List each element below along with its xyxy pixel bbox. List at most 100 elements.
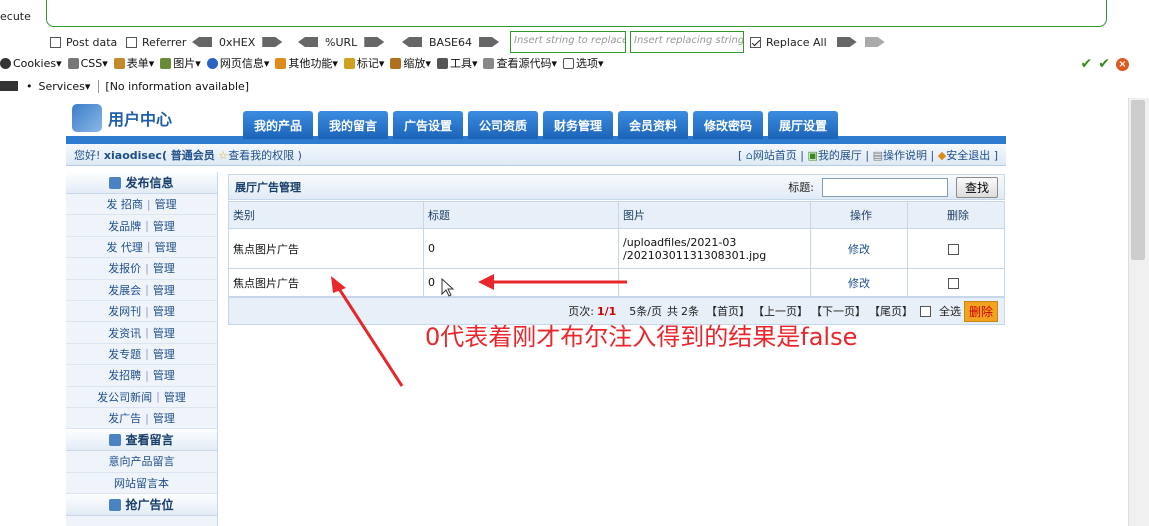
action-cell: 修改 xyxy=(810,228,908,269)
images-menu[interactable]: 图片▾ xyxy=(160,55,201,71)
insert-string-input[interactable]: Insert string to replace xyxy=(510,31,626,53)
misc-menu[interactable]: 其他功能▾ xyxy=(275,55,338,71)
base64-control[interactable]: BASE64 xyxy=(402,33,500,51)
instructions-link[interactable]: 操作说明 xyxy=(883,149,927,162)
url-decode-arrow-icon[interactable] xyxy=(364,37,385,47)
top-links: [ ⌂网站首页 | ▣我的展厅 | ▤操作说明 | ◆安全退出 ] xyxy=(738,148,998,162)
post-data-toggle[interactable]: Post data xyxy=(50,33,117,51)
select-all-label: 全选 xyxy=(938,305,961,318)
view-rights-link[interactable]: 查看我的权限 ) xyxy=(228,149,302,162)
manage-link[interactable]: 管理 xyxy=(153,303,175,319)
cookies-label: Cookies▾ xyxy=(13,56,62,70)
tab-company-qualification[interactable]: 公司资质 xyxy=(468,111,538,139)
publish-link[interactable]: 发资讯 xyxy=(108,325,141,341)
base64-encode-arrow-icon[interactable] xyxy=(402,37,422,47)
publish-link[interactable]: 发专题 xyxy=(108,346,141,362)
hex-decode-arrow-icon[interactable] xyxy=(262,37,283,47)
publish-title: 发布信息 xyxy=(125,176,174,190)
page-info-label: 网页信息▾ xyxy=(219,57,270,70)
publish-link[interactable]: 发招聘 xyxy=(108,367,141,383)
delete-button[interactable]: 删除 xyxy=(963,300,998,322)
tab-member-profile[interactable]: 会员资料 xyxy=(618,111,688,139)
referrer-checkbox[interactable] xyxy=(126,36,137,48)
tab-my-messages[interactable]: 我的留言 xyxy=(318,111,388,139)
services-menu[interactable]: Services▾ xyxy=(39,80,91,93)
manage-link[interactable]: 管理 xyxy=(153,346,175,362)
tab-change-password[interactable]: 修改密码 xyxy=(693,111,763,139)
css-menu[interactable]: CSS▾ xyxy=(67,56,108,70)
tab-ad-settings[interactable]: 广告设置 xyxy=(393,111,463,139)
manage-link[interactable]: 管理 xyxy=(153,282,175,298)
hex-control[interactable]: 0xHEX xyxy=(192,33,283,51)
resize-icon xyxy=(390,57,402,69)
execute-label[interactable]: ecute xyxy=(0,10,31,23)
column-header: 图片 xyxy=(618,201,811,229)
replacing-string-input[interactable]: Insert replacing string xyxy=(630,31,744,53)
column-header: 类别 xyxy=(228,201,424,229)
search-input[interactable] xyxy=(822,177,948,197)
manage-link[interactable]: 管理 xyxy=(153,260,175,276)
greeting-text: 您好! xyxy=(74,148,101,162)
tools-icon xyxy=(436,57,448,69)
tab-my-products[interactable]: 我的产品 xyxy=(243,111,313,139)
dropdown-dot[interactable]: • xyxy=(26,80,33,93)
publish-link[interactable]: 发报价 xyxy=(108,260,141,276)
publish-link[interactable]: 发展会 xyxy=(108,282,141,298)
options-menu[interactable]: 选项▾ xyxy=(563,55,604,71)
error-icon: × xyxy=(1116,57,1129,71)
url-encode-control[interactable]: %URL xyxy=(298,33,385,51)
css-label: CSS▾ xyxy=(80,56,108,70)
logout-link[interactable]: 安全退出 xyxy=(946,149,990,162)
last-page-link[interactable]: 【尾页】 xyxy=(869,303,913,319)
view-source-menu[interactable]: 查看源代码▾ xyxy=(483,55,557,71)
publish-link[interactable]: 发公司新闻 xyxy=(97,389,152,405)
forms-menu[interactable]: 表单▾ xyxy=(113,55,154,71)
product-messages-link[interactable]: 意向产品留言 xyxy=(109,453,175,469)
manage-link[interactable]: 管理 xyxy=(153,367,175,383)
delete-checkbox[interactable] xyxy=(948,243,959,255)
sidebar-row: 意向产品留言 xyxy=(66,451,217,473)
site-home-link[interactable]: 网站首页 xyxy=(753,149,797,162)
outline-menu[interactable]: 标记▾ xyxy=(343,55,384,71)
manage-link[interactable]: 管理 xyxy=(155,196,177,212)
delete-checkbox[interactable] xyxy=(948,277,959,289)
category-cell: 焦点图片广告 xyxy=(228,268,424,297)
referrer-label: Referrer xyxy=(142,35,187,49)
url-textarea[interactable] xyxy=(46,0,1107,27)
hex-encode-arrow-icon[interactable] xyxy=(192,37,212,47)
replace-arrow-icon[interactable] xyxy=(836,37,857,47)
username: xiaodisec xyxy=(103,148,162,162)
edit-link[interactable]: 修改 xyxy=(848,243,870,256)
guestbook-link[interactable]: 网站留言本 xyxy=(114,475,169,491)
scrollbar-thumb[interactable] xyxy=(1131,100,1145,260)
referrer-toggle[interactable]: Referrer xyxy=(126,33,186,51)
publish-link[interactable]: 发网刊 xyxy=(108,303,141,319)
replace-all-checkbox[interactable] xyxy=(750,36,761,48)
manage-link[interactable]: 管理 xyxy=(164,389,186,405)
tools-menu[interactable]: 工具▾ xyxy=(436,55,477,71)
panel-title: 展厅广告管理 xyxy=(235,181,301,194)
select-all-checkbox[interactable] xyxy=(919,305,931,317)
resize-menu[interactable]: 缩放▾ xyxy=(390,55,431,71)
manage-link[interactable]: 管理 xyxy=(153,218,175,234)
my-showroom-link[interactable]: 我的展厅 xyxy=(818,149,862,162)
cookies-menu[interactable]: Cookies▾ xyxy=(0,57,62,70)
publish-link[interactable]: 发 招商 xyxy=(106,196,143,212)
manage-link[interactable]: 管理 xyxy=(153,410,175,426)
manage-link[interactable]: 管理 xyxy=(153,325,175,341)
replace-next-arrow-icon[interactable] xyxy=(864,37,885,47)
edit-link[interactable]: 修改 xyxy=(848,277,870,290)
search-button[interactable]: 查找 xyxy=(956,176,998,198)
publish-link[interactable]: 发 代理 xyxy=(106,239,143,255)
base64-decode-arrow-icon[interactable] xyxy=(479,37,500,47)
url-encode-arrow-icon[interactable] xyxy=(298,37,318,47)
post-data-checkbox[interactable] xyxy=(50,36,61,48)
tab-showroom-settings[interactable]: 展厅设置 xyxy=(768,111,838,139)
replace-all-toggle[interactable]: Replace All xyxy=(750,33,885,51)
publish-link[interactable]: 发广告 xyxy=(108,410,141,426)
publish-link[interactable]: 发品牌 xyxy=(108,218,141,234)
page-info-menu[interactable]: 网页信息▾ xyxy=(206,55,270,71)
manage-link[interactable]: 管理 xyxy=(155,239,177,255)
base64-label: BASE64 xyxy=(429,35,473,49)
tab-finance[interactable]: 财务管理 xyxy=(543,111,613,139)
